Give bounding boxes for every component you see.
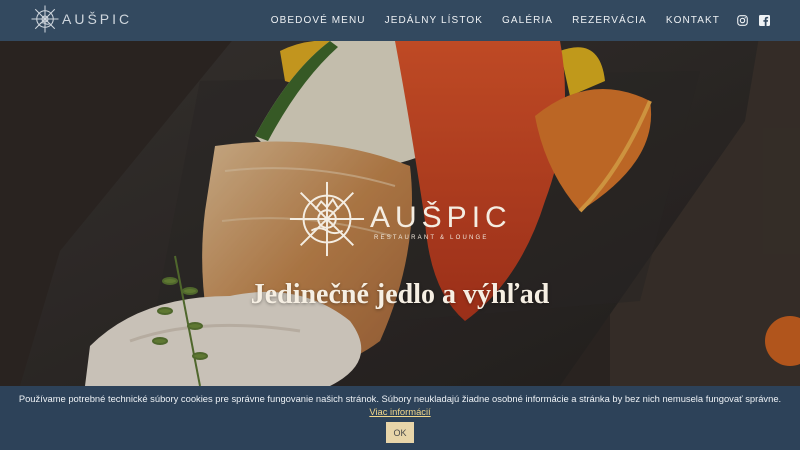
menu-item-kontakt[interactable]: KONTAKT	[666, 15, 720, 26]
cookie-more-info-link[interactable]: Viac informácií	[369, 406, 430, 417]
menu-item-obedove-menu[interactable]: OBEDOVÉ MENU	[271, 15, 366, 26]
menu-item-rezervacia[interactable]: REZERVÁCIA	[572, 15, 647, 26]
hero-logo-name: AUŠPIC	[370, 201, 512, 234]
hero-headline: Jedinečné jedlo a výhľad	[250, 279, 550, 310]
cookie-message: Používame potrebné technické súbory cook…	[0, 386, 800, 418]
top-navigation: AUŠPIC OBEDOVÉ MENU JEDÁLNY LÍSTOK GALÉR…	[0, 0, 800, 41]
ships-wheel-logo-icon	[31, 5, 59, 33]
ships-wheel-logo-icon	[289, 181, 365, 257]
site-logo[interactable]: AUŠPIC	[30, 4, 132, 34]
hero-banner: AUŠPIC RESTAURANT & LOUNGE Jedinečné jed…	[0, 41, 800, 386]
menu-item-jedalny-listok[interactable]: JEDÁLNY LÍSTOK	[385, 15, 483, 26]
hero-logo: AUŠPIC RESTAURANT & LOUNGE	[288, 179, 523, 259]
main-menu: OBEDOVÉ MENU JEDÁLNY LÍSTOK GALÉRIA REZE…	[271, 0, 770, 41]
facebook-icon[interactable]	[759, 15, 770, 26]
hero-logo-subtitle: RESTAURANT & LOUNGE	[374, 235, 489, 241]
instagram-icon[interactable]	[737, 15, 748, 26]
cookie-text: Používame potrebné technické súbory cook…	[18, 393, 782, 404]
cookie-ok-button[interactable]: OK	[386, 422, 414, 443]
menu-item-galeria[interactable]: GALÉRIA	[502, 15, 553, 26]
logo-text: AUŠPIC	[62, 11, 133, 27]
cookie-consent-bar: Používame potrebné technické súbory cook…	[0, 386, 800, 450]
